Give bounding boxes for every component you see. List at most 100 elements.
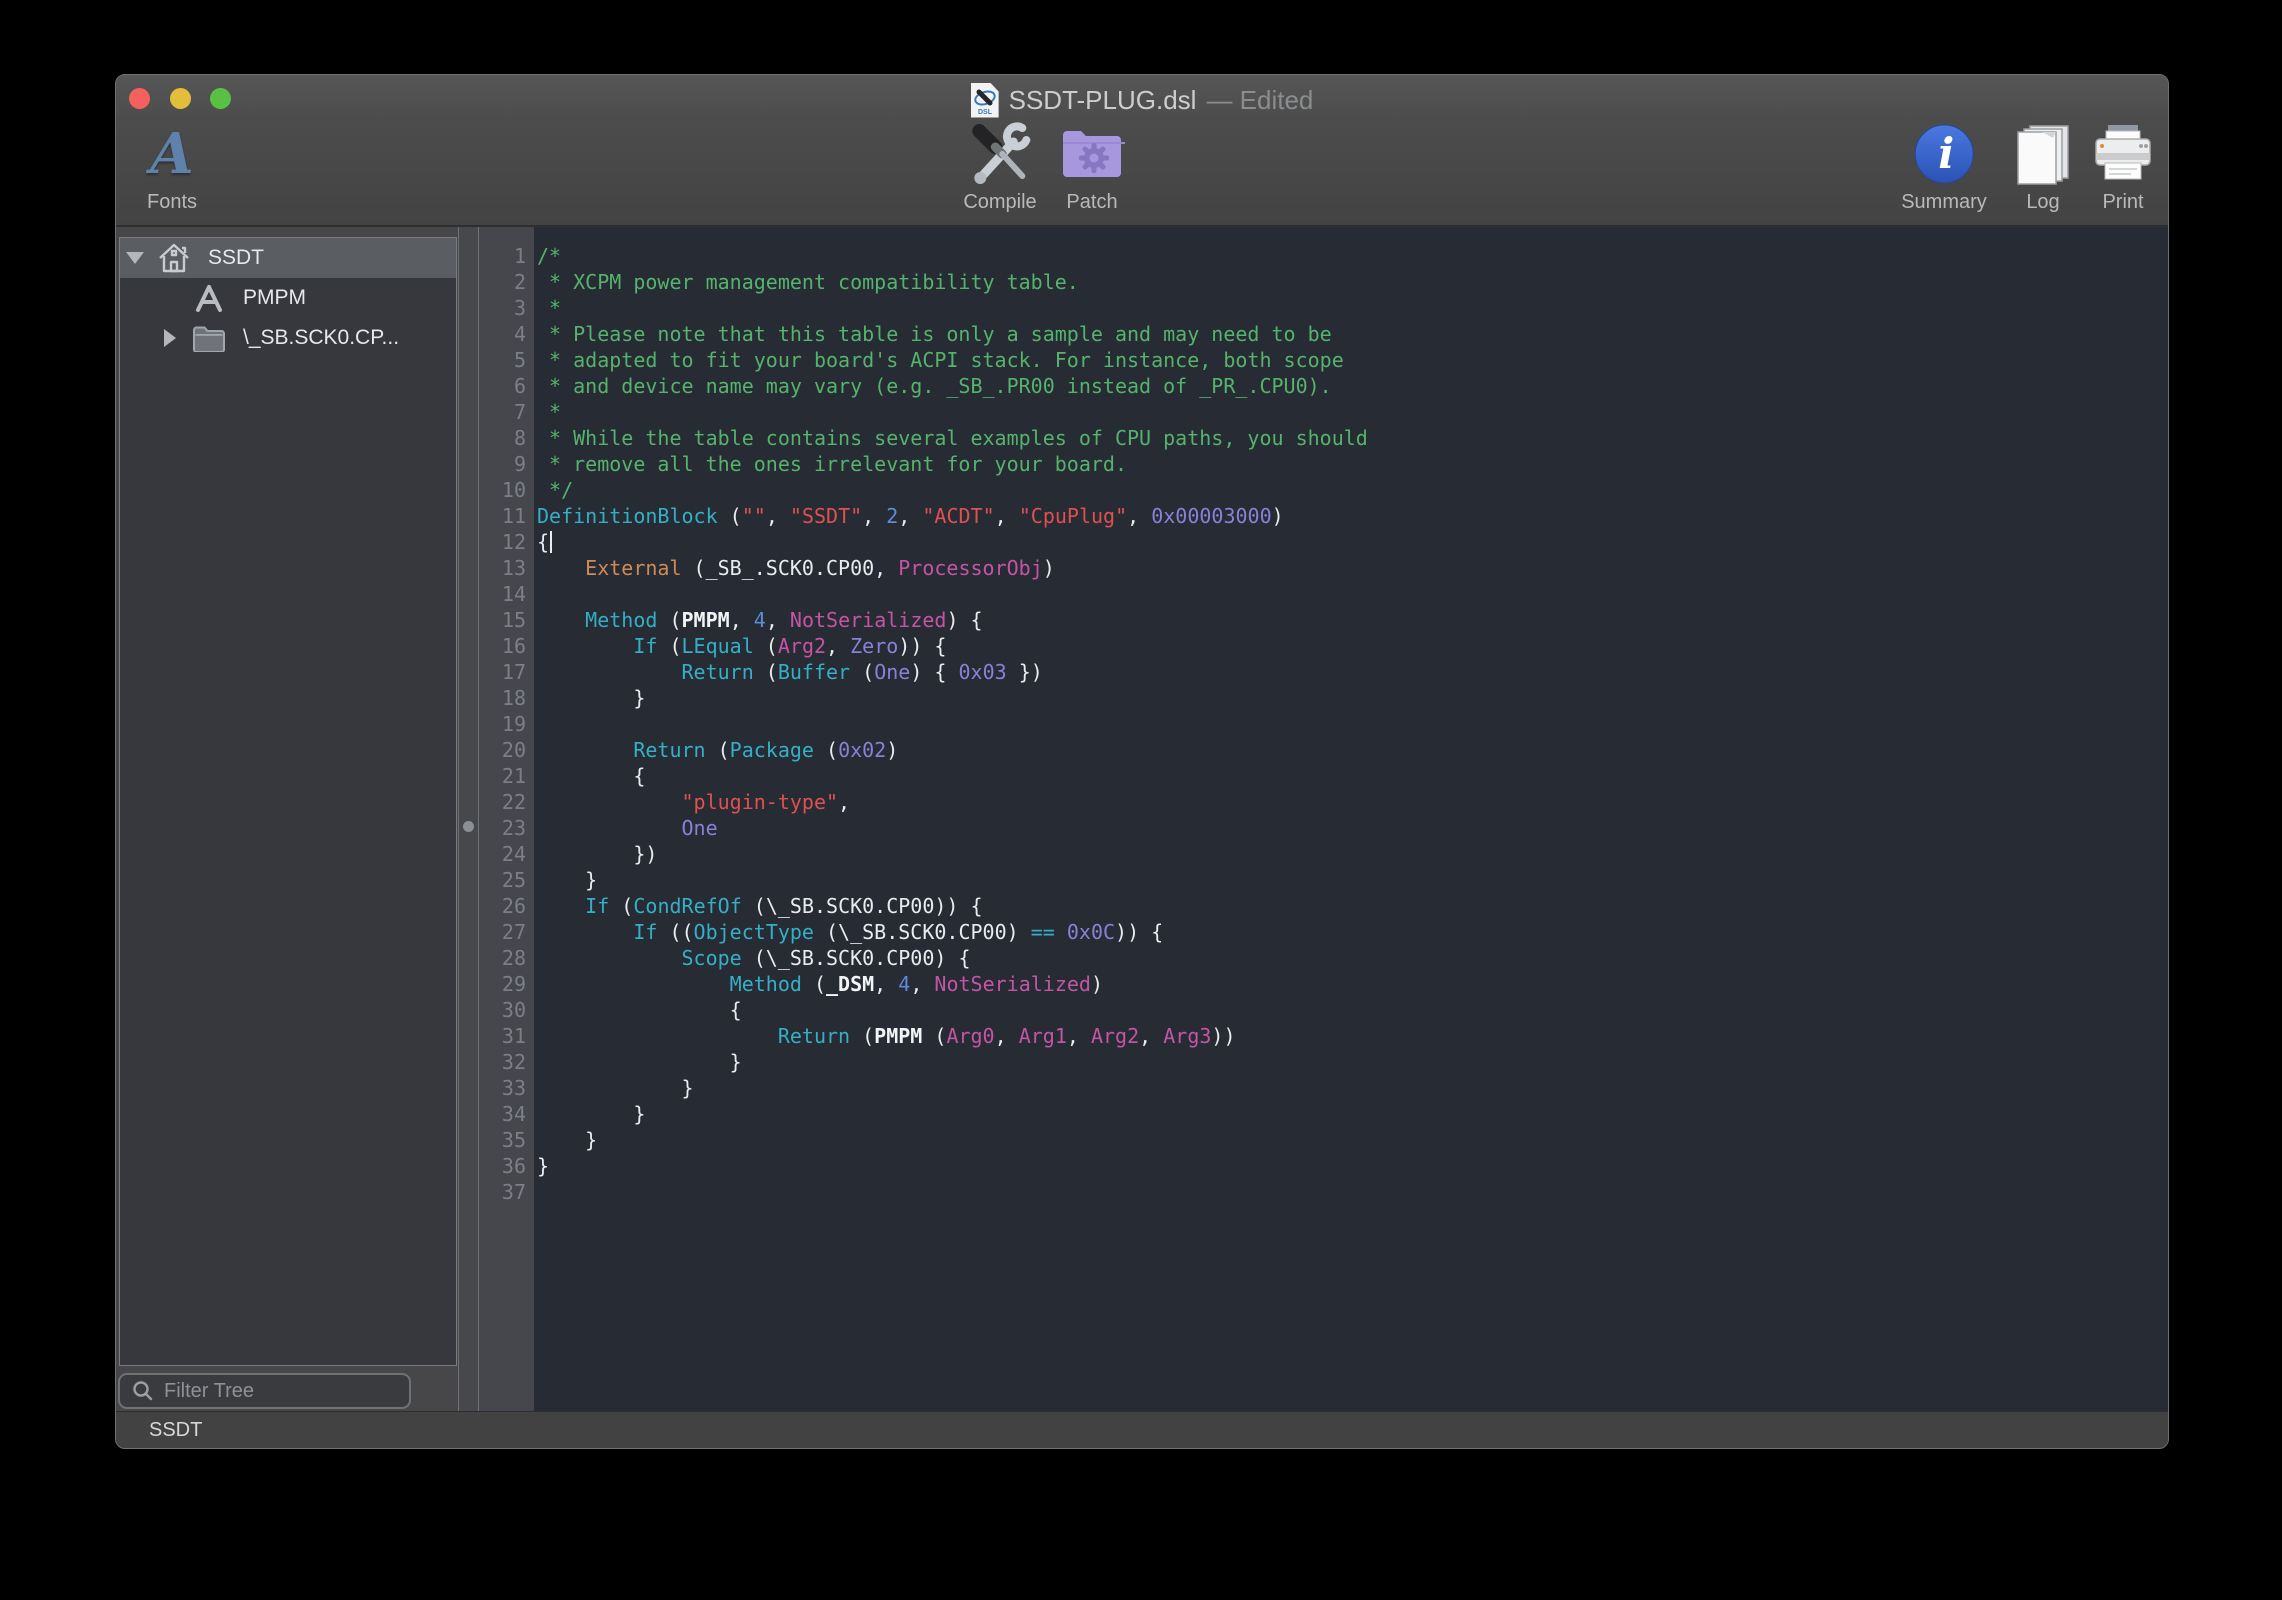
search-icon xyxy=(130,1378,156,1404)
method-icon xyxy=(189,283,229,313)
patch-label: Patch xyxy=(1059,191,1125,214)
code-line: External (_SB_.SCK0.CP00, ProcessorObj) xyxy=(537,555,2168,581)
sidebar-pane: SSDT PMPM \_SB.SCK0.CP... Filter Tree xyxy=(116,227,458,1411)
code-line: { xyxy=(537,529,2168,555)
document-icon: DSL xyxy=(971,83,999,118)
code-line: * XCPM power management compatibility ta… xyxy=(537,269,2168,295)
code-line: } xyxy=(537,685,2168,711)
line-number: 3 xyxy=(479,295,526,321)
code-line: } xyxy=(537,1075,2168,1101)
filter-tree-input[interactable]: Filter Tree xyxy=(118,1373,411,1409)
code-line xyxy=(537,711,2168,737)
code-line: Return (PMPM (Arg0, Arg1, Arg2, Arg3)) xyxy=(537,1023,2168,1049)
print-button[interactable]: Print xyxy=(2091,119,2155,219)
line-number: 18 xyxy=(479,685,526,711)
fonts-button[interactable]: A Fonts xyxy=(147,119,197,219)
code-line: { xyxy=(537,763,2168,789)
code-line: /* xyxy=(537,243,2168,269)
code-line: Method (_DSM, 4, NotSerialized) xyxy=(537,971,2168,997)
splitter-handle-icon[interactable] xyxy=(463,821,474,832)
code-line: If ((ObjectType (\_SB.SCK0.CP00) == 0x0C… xyxy=(537,919,2168,945)
line-number: 7 xyxy=(479,399,526,425)
method-a-icon xyxy=(193,283,225,313)
disclosure-triangle-icon[interactable] xyxy=(126,252,144,264)
line-number: 37 xyxy=(479,1179,526,1205)
line-number: 34 xyxy=(479,1101,526,1127)
code-editor[interactable]: /* * XCPM power management compatibility… xyxy=(534,227,2168,1411)
folder-icon xyxy=(192,325,226,352)
line-number: 30 xyxy=(479,997,526,1023)
code-line: Return (Package (0x02) xyxy=(537,737,2168,763)
maciasl-window: DSL SSDT-PLUG.dsl — Edited A Fonts xyxy=(115,74,2169,1449)
status-path: SSDT xyxy=(149,1419,202,1442)
svg-text:i: i xyxy=(1938,129,1954,178)
code-text: /* * XCPM power management compatibility… xyxy=(534,227,2168,1205)
line-number: 9 xyxy=(479,451,526,477)
sidebar-item-pmpm[interactable]: PMPM xyxy=(120,278,456,318)
line-number: 27 xyxy=(479,919,526,945)
folder-icon xyxy=(189,325,229,352)
line-number: 4 xyxy=(479,321,526,347)
code-line: */ xyxy=(537,477,2168,503)
line-number: 19 xyxy=(479,711,526,737)
window-title-edited: — Edited xyxy=(1206,85,1313,116)
code-line: { xyxy=(537,997,2168,1023)
sidebar-item--sb-sck0-cp-[interactable]: \_SB.SCK0.CP... xyxy=(120,318,456,358)
code-line: * xyxy=(537,399,2168,425)
pane-splitter[interactable] xyxy=(458,227,479,1411)
patch-button[interactable]: Patch xyxy=(1059,119,1125,219)
code-line xyxy=(537,581,2168,607)
code-line: * While the table contains several examp… xyxy=(537,425,2168,451)
code-line: Scope (\_SB.SCK0.CP00) { xyxy=(537,945,2168,971)
log-label: Log xyxy=(2012,191,2074,214)
line-number: 2 xyxy=(479,269,526,295)
code-line: * adapted to fit your board's ACPI stack… xyxy=(537,347,2168,373)
line-number: 11 xyxy=(479,503,526,529)
compile-button[interactable]: Compile xyxy=(963,119,1036,219)
line-number: 22 xyxy=(479,789,526,815)
log-button[interactable]: Log xyxy=(2012,119,2074,219)
filter-placeholder: Filter Tree xyxy=(164,1380,254,1403)
line-number: 26 xyxy=(479,893,526,919)
line-number: 13 xyxy=(479,555,526,581)
line-number: 28 xyxy=(479,945,526,971)
code-line: DefinitionBlock ("", "SSDT", 2, "ACDT", … xyxy=(537,503,2168,529)
code-line: } xyxy=(537,1101,2168,1127)
print-icon xyxy=(2091,119,2155,189)
navigation-tree: SSDT PMPM \_SB.SCK0.CP... xyxy=(119,237,457,1366)
line-number: 29 xyxy=(479,971,526,997)
log-icon xyxy=(2012,119,2074,189)
line-number: 35 xyxy=(479,1127,526,1153)
summary-button[interactable]: i Summary xyxy=(1901,119,1987,219)
line-number: 31 xyxy=(479,1023,526,1049)
code-line: * and device name may vary (e.g. _SB_.PR… xyxy=(537,373,2168,399)
line-number: 23 xyxy=(479,815,526,841)
text-cursor xyxy=(550,531,552,553)
sidebar-item-ssdt[interactable]: SSDT xyxy=(120,238,456,278)
line-number: 36 xyxy=(479,1153,526,1179)
line-number: 12 xyxy=(479,529,526,555)
code-line: } xyxy=(537,1127,2168,1153)
code-line xyxy=(537,1179,2168,1205)
summary-icon: i xyxy=(1901,119,1987,189)
line-number: 32 xyxy=(479,1049,526,1075)
line-number: 20 xyxy=(479,737,526,763)
tree-item-label: PMPM xyxy=(243,286,306,310)
window-title: SSDT-PLUG.dsl xyxy=(1009,85,1197,116)
summary-label: Summary xyxy=(1901,191,1987,214)
status-bar: SSDT xyxy=(116,1411,2168,1448)
code-line: * remove all the ones irrelevant for you… xyxy=(537,451,2168,477)
code-line: } xyxy=(537,867,2168,893)
window-chrome: DSL SSDT-PLUG.dsl — Edited A Fonts xyxy=(116,75,2168,227)
house-icon xyxy=(154,242,194,274)
doc-icon-label: DSL xyxy=(978,109,993,116)
desktop-background: DSL SSDT-PLUG.dsl — Edited A Fonts xyxy=(0,0,2282,1600)
code-line: "plugin-type", xyxy=(537,789,2168,815)
disclosure-triangle-icon[interactable] xyxy=(164,329,176,347)
compile-icon xyxy=(963,119,1036,189)
code-line: } xyxy=(537,1153,2168,1179)
code-line: }) xyxy=(537,841,2168,867)
code-line: * xyxy=(537,295,2168,321)
code-line: If (LEqual (Arg2, Zero)) { xyxy=(537,633,2168,659)
code-line: Method (PMPM, 4, NotSerialized) { xyxy=(537,607,2168,633)
